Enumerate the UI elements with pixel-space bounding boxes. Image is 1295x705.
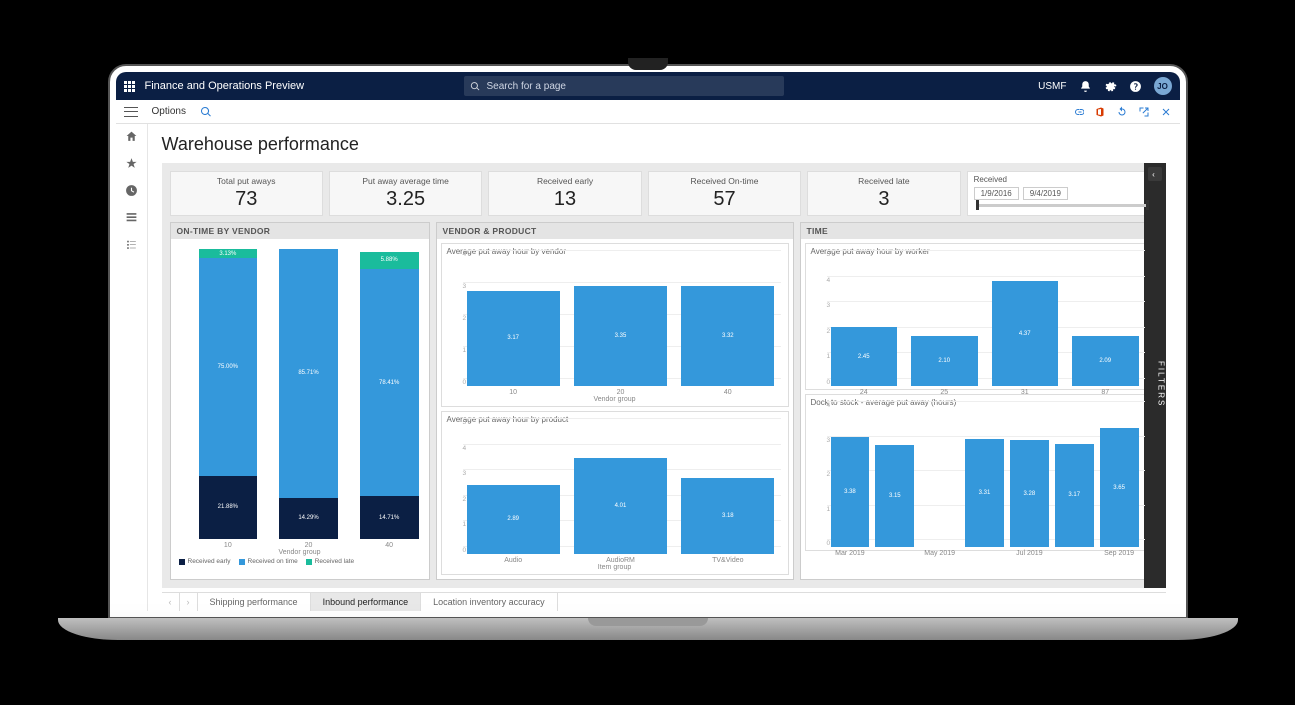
search-small-icon[interactable] <box>200 106 212 118</box>
tab-shipping[interactable]: Shipping performance <box>198 593 311 611</box>
kpi-received-early[interactable]: Received early13 <box>488 171 641 216</box>
action-bar: Options <box>116 100 1180 124</box>
panel-ontime[interactable]: ON-TIME BY VENDOR 3.13%75.00%21.88%1085.… <box>170 222 430 580</box>
link-icon[interactable] <box>1072 106 1084 118</box>
kpi-avg-time[interactable]: Put away average time3.25 <box>329 171 482 216</box>
close-icon[interactable] <box>1160 106 1172 118</box>
date-slider[interactable] <box>976 204 1149 207</box>
star-icon[interactable] <box>125 157 138 170</box>
kpi-total-putaways[interactable]: Total put aways73 <box>170 171 323 216</box>
search-box[interactable] <box>464 76 784 96</box>
chevron-left-icon: ‹ <box>1148 167 1162 181</box>
panel-time: TIME Average put away hour by worker0123… <box>800 222 1158 580</box>
chart-dock-to-stock[interactable]: Dock to stock - average put away (hours)… <box>805 394 1153 551</box>
panel-vendor-product: VENDOR & PRODUCT Average put away hour b… <box>436 222 794 580</box>
chart-putaway-vendor[interactable]: Average put away hour by vendor012343.17… <box>441 243 789 407</box>
tab-location[interactable]: Location inventory accuracy <box>421 593 558 611</box>
home-icon[interactable] <box>125 130 138 143</box>
date-slicer[interactable]: Received 1/9/20169/4/2019 <box>967 171 1158 216</box>
list-icon[interactable] <box>125 238 138 251</box>
recent-icon[interactable] <box>125 184 138 197</box>
popout-icon[interactable] <box>1138 106 1150 118</box>
app-launcher-icon[interactable] <box>124 81 135 92</box>
chart-putaway-product[interactable]: Average put away hour by product0123452.… <box>441 411 789 575</box>
modules-icon[interactable] <box>125 211 138 224</box>
gear-icon[interactable] <box>1104 80 1117 93</box>
hamburger-icon[interactable] <box>124 107 138 117</box>
page-title: Warehouse performance <box>162 134 1166 155</box>
user-avatar[interactable]: JO <box>1154 77 1172 95</box>
options-link[interactable]: Options <box>152 106 186 117</box>
chart-ontime-by-vendor[interactable]: 3.13%75.00%21.88%1085.71%14.29%205.88%78… <box>171 239 429 539</box>
kpi-received-ontime[interactable]: Received On-time57 <box>648 171 801 216</box>
office-icon[interactable] <box>1094 106 1106 118</box>
refresh-icon[interactable] <box>1116 106 1128 118</box>
tab-prev[interactable]: ‹ <box>162 593 180 611</box>
chart-putaway-worker[interactable]: Average put away hour by worker0123452.4… <box>805 243 1153 390</box>
tab-next[interactable]: › <box>180 593 198 611</box>
app-title: Finance and Operations Preview <box>145 80 305 92</box>
search-icon <box>470 81 480 92</box>
tab-inbound[interactable]: Inbound performance <box>311 593 422 611</box>
chart-legend: Received early Received on time Received… <box>171 556 429 567</box>
bell-icon[interactable] <box>1079 80 1092 93</box>
kpi-received-late[interactable]: Received late3 <box>807 171 960 216</box>
search-input[interactable] <box>487 81 779 92</box>
report-tabs: ‹ › Shipping performance Inbound perform… <box>162 592 1166 611</box>
dashboard: ‹ FILTERS Total put aways73 Put away ave… <box>162 163 1166 588</box>
top-bar: Finance and Operations Preview USMF JO <box>116 72 1180 100</box>
company-code[interactable]: USMF <box>1038 81 1066 92</box>
left-nav <box>116 124 148 611</box>
help-icon[interactable] <box>1129 80 1142 93</box>
